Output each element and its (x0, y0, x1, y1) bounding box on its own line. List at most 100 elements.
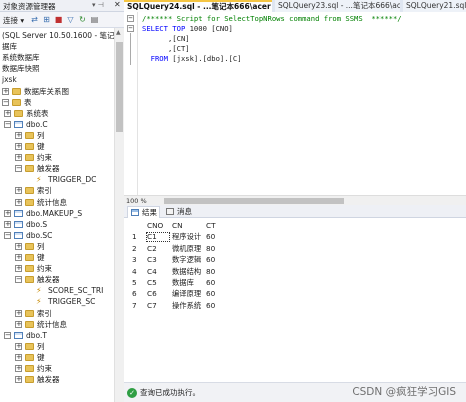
refresh-icon[interactable]: ↻ (78, 15, 87, 24)
tree-node-label: dbo.T (26, 330, 47, 340)
table-cell[interactable]: C7 (147, 301, 157, 311)
row-number[interactable]: 3 (132, 255, 137, 265)
row-number[interactable]: 1 (132, 232, 137, 242)
table-cell[interactable]: 60 (206, 289, 215, 299)
table-cell[interactable]: 操作系统 (172, 301, 201, 311)
table-cell[interactable]: 程序设计 (172, 232, 201, 242)
table-cell[interactable]: C6 (147, 289, 157, 299)
row-number[interactable]: 2 (132, 244, 137, 254)
expand-icon[interactable]: + (15, 342, 22, 350)
stop-icon[interactable]: ■ (54, 15, 63, 24)
folder-icon (25, 143, 34, 150)
collapse-select-icon[interactable]: − (127, 25, 134, 32)
collapse-icon[interactable]: − (15, 165, 22, 173)
document-tabs: SQLQuery24.sql - ...笔记本666\acer (59)) SQ… (124, 0, 466, 12)
close-icon[interactable]: ✕ (114, 0, 121, 9)
folder-icon (25, 187, 34, 195)
table-cell[interactable]: 编译原理 (172, 289, 201, 299)
expand-icon[interactable]: + (4, 220, 11, 228)
column-header[interactable]: CN (172, 221, 183, 231)
table-cell[interactable]: 80 (206, 244, 215, 254)
expand-icon[interactable]: + (15, 309, 22, 317)
folder-icon (25, 265, 34, 273)
table-icon (14, 220, 23, 228)
tree-node-label: 系统表 (26, 108, 49, 118)
tab-sqlquery21[interactable]: SQLQuery21.sql (403, 0, 466, 12)
disconnect-icon[interactable]: ⊞ (42, 15, 51, 24)
table-cell[interactable]: 60 (206, 232, 215, 242)
expand-icon[interactable]: + (15, 254, 22, 261)
expand-icon[interactable]: + (2, 87, 9, 95)
trigger-icon: ⚡ (36, 286, 42, 296)
table-cell[interactable]: C5 (147, 278, 157, 288)
row-number[interactable]: 7 (132, 301, 137, 311)
expand-icon[interactable]: + (15, 320, 22, 328)
object-explorer-title: 对象资源管理器 (3, 2, 56, 11)
expand-icon[interactable]: + (15, 265, 22, 273)
collapse-icon[interactable]: ▤ (90, 15, 99, 24)
collapse-icon[interactable]: − (4, 120, 11, 128)
folder-icon (14, 109, 23, 117)
connect-icon[interactable]: ⇄ (30, 15, 39, 24)
object-explorer-scrollbar[interactable]: ▲ (114, 28, 124, 402)
collapse-comment-icon[interactable]: − (127, 15, 134, 22)
expand-icon[interactable]: + (15, 353, 22, 361)
scrollbar-thumb[interactable] (116, 42, 123, 132)
outline-guide (130, 33, 131, 65)
code-line-ct: ,[CT] (142, 44, 190, 53)
folder-icon (25, 309, 34, 317)
expand-icon[interactable]: + (15, 154, 22, 162)
table-cell[interactable]: C4 (147, 267, 157, 277)
row-number[interactable]: 5 (132, 278, 137, 288)
editor-scroll-thumb[interactable] (164, 198, 344, 204)
folder-icon (25, 198, 34, 206)
table-cell[interactable]: 微机原理 (172, 244, 201, 254)
collapse-icon[interactable]: − (2, 98, 9, 106)
tree-node-label: 据库 (2, 42, 17, 52)
results-grid[interactable]: CNO CN CT 1 C1 程序设计 60 2 C2 微机原理 80 3 C3 数字逻辑 60 4 C4 数据结… (124, 218, 466, 382)
expand-icon[interactable]: + (15, 198, 22, 206)
table-cell[interactable]: C3 (147, 255, 157, 265)
tree-node-label: 列 (37, 341, 45, 351)
table-cell[interactable]: 数字逻辑 (172, 255, 201, 265)
editor-hscrollbar[interactable]: 100 % (124, 195, 466, 205)
row-number[interactable]: 4 (132, 267, 137, 277)
tab-sqlquery23[interactable]: SQLQuery23.sql - ...笔记本666\acer (66))* (275, 0, 400, 12)
sql-editor[interactable]: − − /****** Script for SelectTopNRows co… (124, 12, 466, 205)
table-cell[interactable]: C2 (147, 244, 157, 254)
table-cell[interactable]: 数据结构 (172, 267, 201, 277)
collapse-icon[interactable]: − (4, 331, 11, 339)
tab-results[interactable]: 结果 (127, 206, 160, 218)
tree-node-label: 触发器 (37, 375, 60, 385)
table-cell[interactable]: C1 (147, 232, 157, 242)
expand-icon[interactable]: + (15, 242, 22, 250)
table-cell[interactable]: 60 (206, 278, 215, 288)
collapse-icon[interactable]: − (15, 276, 22, 284)
tree-node-label: 键 (37, 253, 45, 262)
folder-icon (12, 98, 21, 106)
table-cell[interactable]: 80 (206, 267, 215, 277)
collapse-icon[interactable]: − (4, 231, 11, 239)
expand-icon[interactable]: + (15, 131, 22, 139)
row-number[interactable]: 6 (132, 289, 137, 299)
pin-icon[interactable]: ▾ ⊣ (92, 1, 104, 9)
table-cell[interactable]: 60 (206, 301, 215, 311)
expand-icon[interactable]: + (15, 143, 22, 150)
expand-icon[interactable]: + (15, 365, 22, 372)
table-cell[interactable]: 60 (206, 255, 215, 265)
table-cell[interactable]: 数据库 (172, 278, 194, 288)
zoom-level[interactable]: 100 % (126, 197, 147, 205)
column-header[interactable]: CNO (147, 221, 163, 231)
folder-icon (25, 376, 34, 384)
connect-button[interactable]: 连接 ▾ (3, 15, 24, 26)
scroll-up-icon[interactable]: ▲ (116, 29, 121, 36)
column-header[interactable]: CT (206, 221, 216, 231)
tab-messages[interactable]: 消息 (164, 206, 196, 218)
expand-icon[interactable]: + (15, 187, 22, 195)
object-explorer-toolbar: 连接 ▾ ⇄ ⊞ ■ ▽ ↻ ▤ (0, 12, 124, 28)
tab-sqlquery24[interactable]: SQLQuery24.sql - ...笔记本666\acer (59)) (124, 0, 272, 12)
expand-icon[interactable]: + (15, 376, 22, 384)
expand-icon[interactable]: + (4, 109, 11, 117)
expand-icon[interactable]: + (4, 209, 11, 217)
filter-icon[interactable]: ▽ (66, 15, 75, 24)
